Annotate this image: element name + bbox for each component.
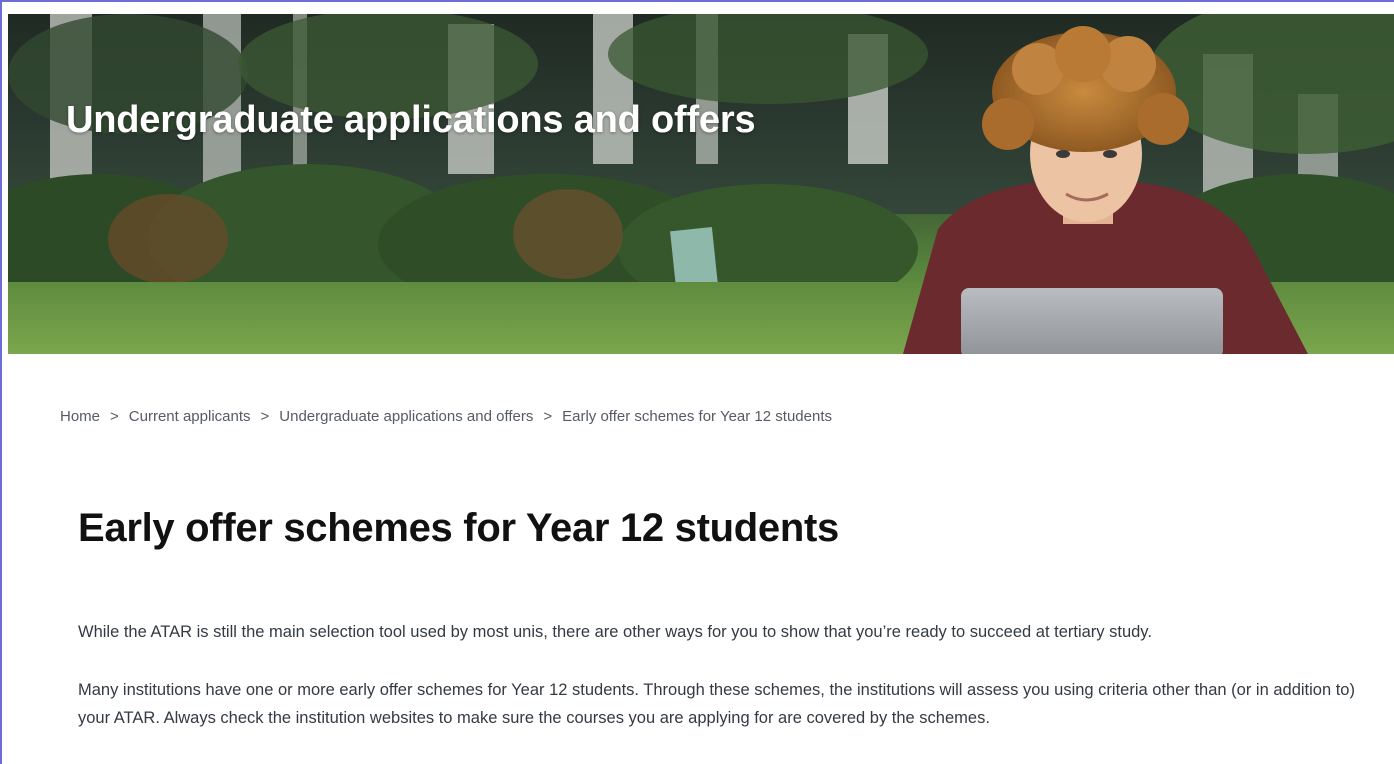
breadcrumb-current-applicants[interactable]: Current applicants: [129, 408, 251, 425]
frame-top-border: [0, 0, 1394, 2]
breadcrumb-separator: >: [110, 408, 119, 425]
intro-paragraph: While the ATAR is still the main selecti…: [78, 623, 1152, 641]
breadcrumb-separator: >: [260, 408, 270, 425]
page-title: Early offer schemes for Year 12 students: [78, 506, 839, 550]
early-offer-paragraph: Many institutions have one or more early…: [78, 681, 1355, 727]
hero-photo: [8, 14, 1394, 354]
breadcrumb-undergraduate-applications[interactable]: Undergraduate applications and offers: [279, 408, 533, 425]
breadcrumb-current-page: Early offer schemes for Year 12 students: [562, 408, 832, 425]
hero-title: Undergraduate applications and offers: [66, 99, 756, 141]
hero-banner: Undergraduate applications and offers: [8, 14, 1394, 354]
frame-left-border: [0, 0, 2, 764]
breadcrumb: Home > Current applicants > Undergraduat…: [60, 408, 832, 425]
breadcrumb-home[interactable]: Home: [60, 408, 100, 425]
breadcrumb-separator: >: [543, 408, 553, 425]
